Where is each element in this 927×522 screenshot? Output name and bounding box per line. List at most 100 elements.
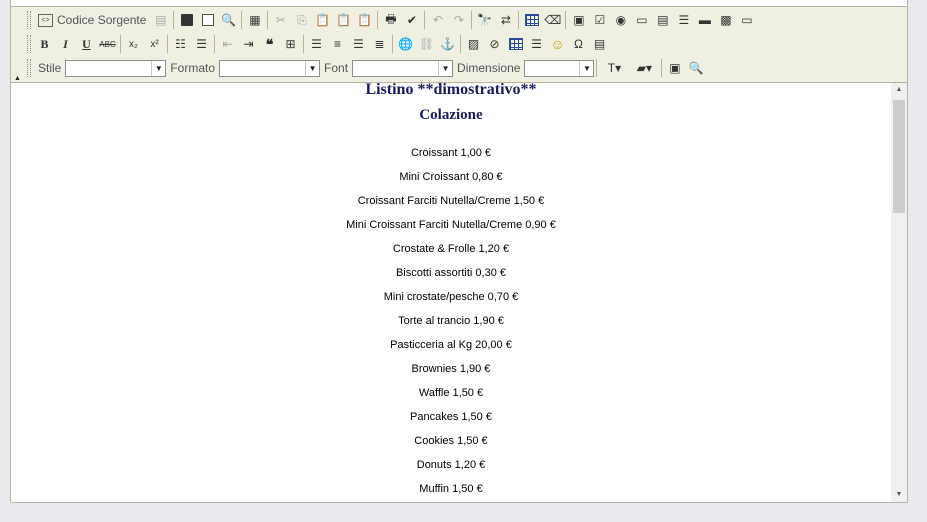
find-icon[interactable]: 🔭 [474,10,495,30]
text-color-icon[interactable]: T▾ [599,58,629,78]
toolbar-separator [596,59,598,77]
cut-icon[interactable]: ✂ [270,10,291,30]
toolbar-separator [661,59,663,77]
price-list-item: Muffin 1,50 € [419,483,483,495]
maximize-icon[interactable]: ▣ [664,58,685,78]
smiley-icon[interactable]: ☺ [547,34,568,54]
vertical-scrollbar[interactable]: ▲ ▼ [891,83,907,502]
paste-icon[interactable]: 📋 [312,10,333,30]
scroll-up-icon[interactable]: ▲ [891,83,907,97]
price-list-item: Cookies 1,50 € [414,435,488,447]
toolbar-row-1: <> Codice Sorgente ▤ 🔍 ▦ ✂ ⎘ 📋 📋 📋 🖶 ✔ ↶… [11,9,757,31]
price-list-item: Brownies 1,90 € [411,363,491,375]
select-all-icon[interactable] [521,10,542,30]
align-center-icon[interactable]: ≡ [327,34,348,54]
undo-icon[interactable]: ↶ [427,10,448,30]
size-select[interactable]: ▼ [524,59,595,77]
price-list-item: Mini Croissant 0,80 € [399,171,503,183]
link-icon[interactable]: 🌐 [395,34,416,54]
hidden-field-icon[interactable]: ▭ [736,10,757,30]
toolbar-row-2: B I U ABC x₂ x² ☷ ☰ ⇤ ⇥ ❝ ⊞ ☰ ≡ ☰ ≣ 🌐 ⛓ … [11,33,610,55]
textarea-icon[interactable]: ▤ [652,10,673,30]
anchor-icon[interactable]: ⚓ [437,34,458,54]
align-left-icon[interactable]: ☰ [306,34,327,54]
price-list-item: Biscotti assortiti 0,30 € [395,267,507,279]
templates-icon[interactable]: ▦ [244,10,265,30]
checkbox-icon[interactable]: ☑ [589,10,610,30]
source-icon: <> [38,13,53,27]
save-icon[interactable] [176,10,197,30]
toolbar-grip[interactable] [27,59,31,77]
scroll-thumb[interactable] [893,100,905,213]
toolbar-grip[interactable] [27,11,31,29]
form-icon[interactable]: ▣ [568,10,589,30]
image-icon[interactable]: ▨ [463,34,484,54]
table-icon[interactable] [505,34,526,54]
select-field-icon[interactable]: ☰ [673,10,694,30]
blockquote-icon[interactable]: ❝ [259,34,280,54]
collapse-toolbar-icon[interactable]: ▲ [14,75,21,82]
font-select[interactable]: ▼ [352,59,454,77]
outdent-icon[interactable]: ⇤ [217,34,238,54]
special-char-icon[interactable]: Ω [568,34,589,54]
align-right-icon[interactable]: ☰ [348,34,369,54]
document-title: Listino **dimostrativo** [365,83,537,98]
toolbar-separator [377,11,379,29]
remove-format-icon[interactable]: ⌫ [542,10,563,30]
paste-text-icon[interactable]: 📋 [333,10,354,30]
unlink-icon[interactable]: ⛓ [416,34,437,54]
underline-icon[interactable]: U [76,34,97,54]
spellcheck-icon[interactable]: ✔ [401,10,422,30]
numbered-list-icon[interactable]: ☷ [170,34,191,54]
scroll-down-icon[interactable]: ▼ [891,488,907,502]
page-break-icon[interactable]: ▤ [589,34,610,54]
subscript-icon[interactable]: x₂ [123,34,144,54]
create-div-icon[interactable]: ⊞ [280,34,301,54]
preview-icon[interactable]: 🔍 [218,10,239,30]
size-label: Dimensione [457,61,521,75]
format-select[interactable]: ▼ [219,59,321,77]
price-list-item: Crostate & Frolle 1,20 € [392,243,510,255]
editor-content[interactable]: Listino **dimostrativo** Colazione Crois… [11,83,891,502]
image-button-icon[interactable]: ▩ [715,10,736,30]
chevron-down-icon[interactable]: ▼ [438,60,452,76]
textfield-icon[interactable]: ▭ [631,10,652,30]
price-list-item: Croissant 1,00 € [410,147,492,159]
chevron-down-icon[interactable]: ▼ [579,60,593,76]
price-list-item: Mini Croissant Farciti Nutella/Creme 0,9… [346,219,556,231]
replace-icon[interactable]: ⇄ [495,10,516,30]
background-color-icon[interactable]: ▰▾ [629,58,659,78]
superscript-icon[interactable]: x² [144,34,165,54]
radio-icon[interactable]: ◉ [610,10,631,30]
price-list-item: Mini crostate/pesche 0,70 € [383,291,519,303]
copy-icon[interactable]: ⎘ [291,10,312,30]
new-page-icon[interactable] [197,10,218,30]
indent-icon[interactable]: ⇥ [238,34,259,54]
toolbar-separator [303,35,304,53]
paste-from-word-icon[interactable]: 📋 [354,10,375,30]
price-list-item: Torte al trancio 1,90 € [398,315,504,327]
price-list-item: Croissant Farciti Nutella/Creme 1,50 € [357,195,545,207]
rich-text-editor: <> Codice Sorgente ▤ 🔍 ▦ ✂ ⎘ 📋 📋 📋 🖶 ✔ ↶… [10,6,908,503]
source-button[interactable]: <> Codice Sorgente [34,10,150,30]
italic-icon[interactable]: I [55,34,76,54]
toolbar-grip[interactable] [27,35,31,53]
chevron-down-icon[interactable]: ▼ [151,60,165,76]
flash-icon[interactable]: ⊘ [484,34,505,54]
justify-icon[interactable]: ≣ [369,34,390,54]
redo-icon[interactable]: ↷ [448,10,469,30]
toolbar-separator [214,35,215,53]
horizontal-rule-icon[interactable]: ☰ [526,34,547,54]
style-select[interactable]: ▼ [65,59,167,77]
bullet-list-icon[interactable]: ☰ [191,34,212,54]
strikethrough-icon[interactable]: ABC [97,34,118,54]
bold-icon[interactable]: B [34,34,55,54]
toolbar-row-3: Stile ▼ Formato ▼ Font ▼ Dimensione ▼ T▾ [11,57,706,79]
button-field-icon[interactable]: ▬ [694,10,715,30]
paste-word-icon[interactable]: ▤ [150,10,171,30]
print-icon[interactable]: 🖶 [380,10,401,30]
price-list-item: Pancakes 1,50 € [410,411,492,423]
chevron-down-icon[interactable]: ▼ [305,60,319,76]
show-blocks-icon[interactable]: 🔍 [685,58,706,78]
toolbar-separator [267,11,269,29]
